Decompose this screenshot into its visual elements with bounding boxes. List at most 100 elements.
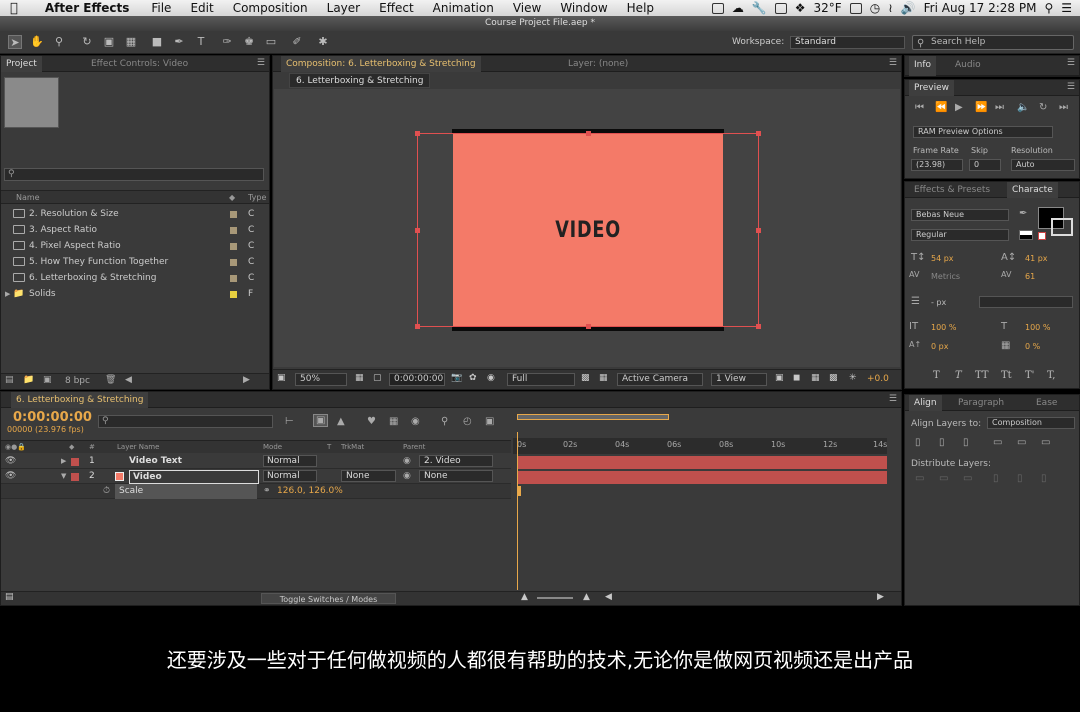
align-vcenter-icon[interactable]: ▭ [1017, 437, 1026, 448]
layer-row[interactable]: 👁 ▼ 2 Video Normal None ◉ None [1, 469, 511, 484]
panel-menu-icon[interactable]: ☰ [1067, 58, 1075, 68]
play-icon[interactable]: ▶ [955, 102, 963, 113]
tab-project[interactable]: Project [1, 56, 42, 72]
composition-breadcrumb[interactable]: 6. Letterboxing & Stretching [289, 73, 431, 88]
blend-mode-select[interactable]: Normal [263, 470, 317, 482]
stroke-style-select[interactable] [979, 296, 1073, 308]
work-area-bar[interactable] [517, 414, 669, 420]
layer-switches-icon[interactable]: ▤ [5, 592, 14, 602]
project-item[interactable]: 5. How They Function Together C [1, 254, 254, 270]
visibility-eye-icon[interactable]: 👁 [5, 454, 16, 469]
scroll-left-icon[interactable]: ◀ [605, 592, 612, 602]
shy-icon[interactable]: ♥ [367, 416, 376, 427]
channel-icon[interactable]: ◉ [487, 373, 495, 383]
project-item[interactable]: 6. Letterboxing & Stretching C [1, 270, 254, 286]
swap-colors-icon[interactable] [1019, 230, 1033, 240]
tab-timeline[interactable]: 6. Letterboxing & Stretching [11, 392, 149, 408]
app-menu[interactable]: After Effects [45, 1, 130, 15]
clone-stamp-tool-icon[interactable]: ♚ [242, 35, 256, 49]
scroll-right-icon[interactable]: ▶ [243, 375, 250, 385]
label-icon[interactable]: ◆ [229, 191, 235, 205]
font-size-value[interactable]: 54 px [931, 254, 954, 263]
transparency-grid-icon[interactable]: ▦ [599, 373, 608, 383]
frame-rate-select[interactable]: (23.98) [911, 159, 963, 171]
eraser-tool-icon[interactable]: ▭ [264, 35, 278, 49]
always-preview-icon[interactable]: ▣ [277, 373, 286, 383]
timeline-timecode[interactable]: 0:00:00:00 [13, 410, 92, 425]
snapshot-icon[interactable]: 📷 [451, 373, 462, 383]
time-ruler[interactable]: 0s 02s 04s 06s 08s 10s 12s 14s [513, 438, 887, 454]
faux-italic-button[interactable]: T [955, 370, 962, 381]
fast-previews-icon[interactable]: ◼ [793, 373, 800, 383]
wrench-icon[interactable]: 🔧 [752, 1, 767, 15]
eyedropper-icon[interactable]: ✒ [1019, 208, 1027, 219]
checkbox-icon[interactable] [774, 2, 787, 14]
align-top-icon[interactable]: ▭ [993, 437, 1002, 448]
baseline-shift-value[interactable]: 0 px [931, 342, 948, 351]
stroke-color-swatch[interactable] [1051, 218, 1073, 236]
transform-handle[interactable] [415, 131, 420, 136]
tab-effects-presets[interactable]: Effects & Presets [909, 182, 995, 198]
tab-composition[interactable]: Composition: 6. Letterboxing & Stretchin… [281, 56, 481, 72]
visibility-eye-icon[interactable]: 👁 [5, 469, 16, 484]
no-fill-icon[interactable] [1038, 232, 1046, 240]
project-item[interactable]: 4. Pixel Aspect Ratio C [1, 238, 254, 254]
type-tool-icon[interactable]: T [194, 35, 208, 49]
toggle-pixel-aspect-icon[interactable]: ▣ [775, 373, 784, 383]
view-layout-select[interactable]: 1 View [711, 373, 767, 386]
panel-menu-icon[interactable]: ☰ [889, 394, 897, 404]
menu-edit[interactable]: Edit [190, 1, 213, 15]
interpret-footage-icon[interactable]: ▤ [5, 375, 14, 385]
label-icon[interactable]: ◆ [69, 441, 74, 454]
column-layer-name[interactable]: Layer Name [117, 441, 159, 454]
column-name[interactable]: Name [16, 191, 40, 205]
project-item[interactable]: 2. Resolution & Size C [1, 206, 254, 222]
scale-value[interactable]: 126.0, 126.0% [277, 484, 343, 499]
vertical-scale-value[interactable]: 100 % [931, 323, 956, 332]
rotate-tool-icon[interactable]: ↻ [80, 35, 94, 49]
parent-select[interactable]: None [419, 470, 493, 482]
panel-menu-icon[interactable]: ☰ [257, 58, 265, 68]
rectangle-tool-icon[interactable]: ■ [150, 35, 164, 49]
align-left-icon[interactable]: ▯ [915, 437, 921, 448]
roi-icon[interactable]: ▩ [581, 373, 590, 383]
column-number[interactable]: # [89, 441, 95, 454]
flowchart-icon[interactable]: ▩ [829, 373, 838, 383]
auto-keyframe-icon[interactable]: ▣ [485, 416, 494, 427]
project-folder[interactable]: ▶ 📁 Solids F [1, 286, 254, 302]
expand-triangle-icon[interactable]: ▶ [61, 454, 66, 469]
transform-handle[interactable] [415, 228, 420, 233]
tab-paragraph[interactable]: Paragraph [953, 395, 1009, 411]
horizontal-scale-value[interactable]: 100 % [1025, 323, 1050, 332]
show-channel-icon[interactable]: ✿ [469, 373, 477, 383]
loop-icon[interactable]: ↻ [1039, 102, 1047, 113]
menu-composition[interactable]: Composition [233, 1, 308, 15]
selection-tool-icon[interactable]: ➤ [8, 35, 22, 49]
search-help-input[interactable]: ⚲ Search Help [912, 35, 1074, 50]
wifi-icon[interactable]: ≀ [888, 1, 893, 15]
layer-name[interactable]: Video Text [129, 454, 182, 469]
audio-icon[interactable]: 🔈 [1017, 102, 1029, 113]
pen-tool-icon[interactable]: ✒ [172, 35, 186, 49]
expand-triangle-icon[interactable]: ▶ [5, 286, 10, 302]
workspace-select[interactable]: Standard [790, 36, 905, 49]
roto-brush-tool-icon[interactable]: ✐ [290, 35, 304, 49]
skip-select[interactable]: 0 [969, 159, 1001, 171]
new-folder-icon[interactable]: 📁 [23, 375, 34, 385]
brainstorm-icon[interactable]: ⚲ [441, 416, 448, 427]
tab-info[interactable]: Info [909, 56, 937, 76]
leading-value[interactable]: 41 px [1025, 254, 1048, 263]
frame-blending-icon[interactable]: ▦ [389, 416, 398, 427]
layer-duration-bar[interactable] [517, 471, 887, 484]
safe-margins-icon[interactable]: ▦ [355, 373, 364, 383]
zoom-out-icon[interactable]: ▲ [521, 592, 528, 602]
layer-duration-bar[interactable] [517, 456, 887, 469]
blend-mode-select[interactable]: Normal [263, 455, 317, 467]
track-matte-select[interactable]: None [341, 470, 396, 482]
last-frame-icon[interactable]: ⏭ [995, 102, 1004, 113]
panel-menu-icon[interactable]: ☰ [889, 58, 897, 68]
exposure-reset-icon[interactable]: ✳ [849, 373, 857, 383]
playhead[interactable] [517, 432, 518, 590]
menu-file[interactable]: File [151, 1, 171, 15]
layer-row[interactable]: 👁 ▶ 1 Video Text Normal ◉ 2. Video [1, 454, 511, 469]
